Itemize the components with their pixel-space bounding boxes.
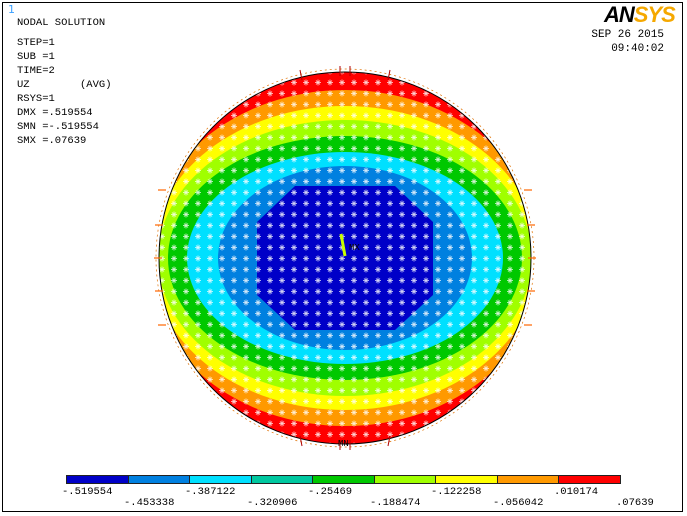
legend-label-upper: -.122258: [431, 486, 482, 498]
svg-text:MX: MX: [349, 243, 360, 253]
contour-plot[interactable]: MX MN: [0, 0, 687, 516]
legend-label-lower: -.453338: [124, 497, 175, 509]
legend-swatch: [250, 475, 313, 484]
legend-swatch: [496, 475, 559, 484]
legend-swatch: [127, 475, 190, 484]
legend-label-upper: -.387122: [185, 486, 236, 498]
legend-label-lower: -.188474: [370, 497, 421, 509]
legend-label-lower: -.056042: [493, 497, 544, 509]
legend-swatch: [312, 475, 375, 484]
contour-bands: [159, 72, 531, 444]
legend-swatch: [435, 475, 498, 484]
legend-label-upper: -.25469: [308, 486, 353, 498]
legend-swatch: [189, 475, 252, 484]
legend-swatch: [66, 475, 129, 484]
min-marker: MN: [338, 439, 349, 449]
mesh-nodes: [159, 72, 531, 444]
legend-swatch: [373, 475, 436, 484]
legend-swatch: [558, 475, 621, 484]
legend-label-upper: -.519554: [62, 486, 113, 498]
legend-label-upper: .010174: [554, 486, 599, 498]
legend-label-lower: .07639: [616, 497, 654, 509]
legend-label-lower: -.320906: [247, 497, 298, 509]
